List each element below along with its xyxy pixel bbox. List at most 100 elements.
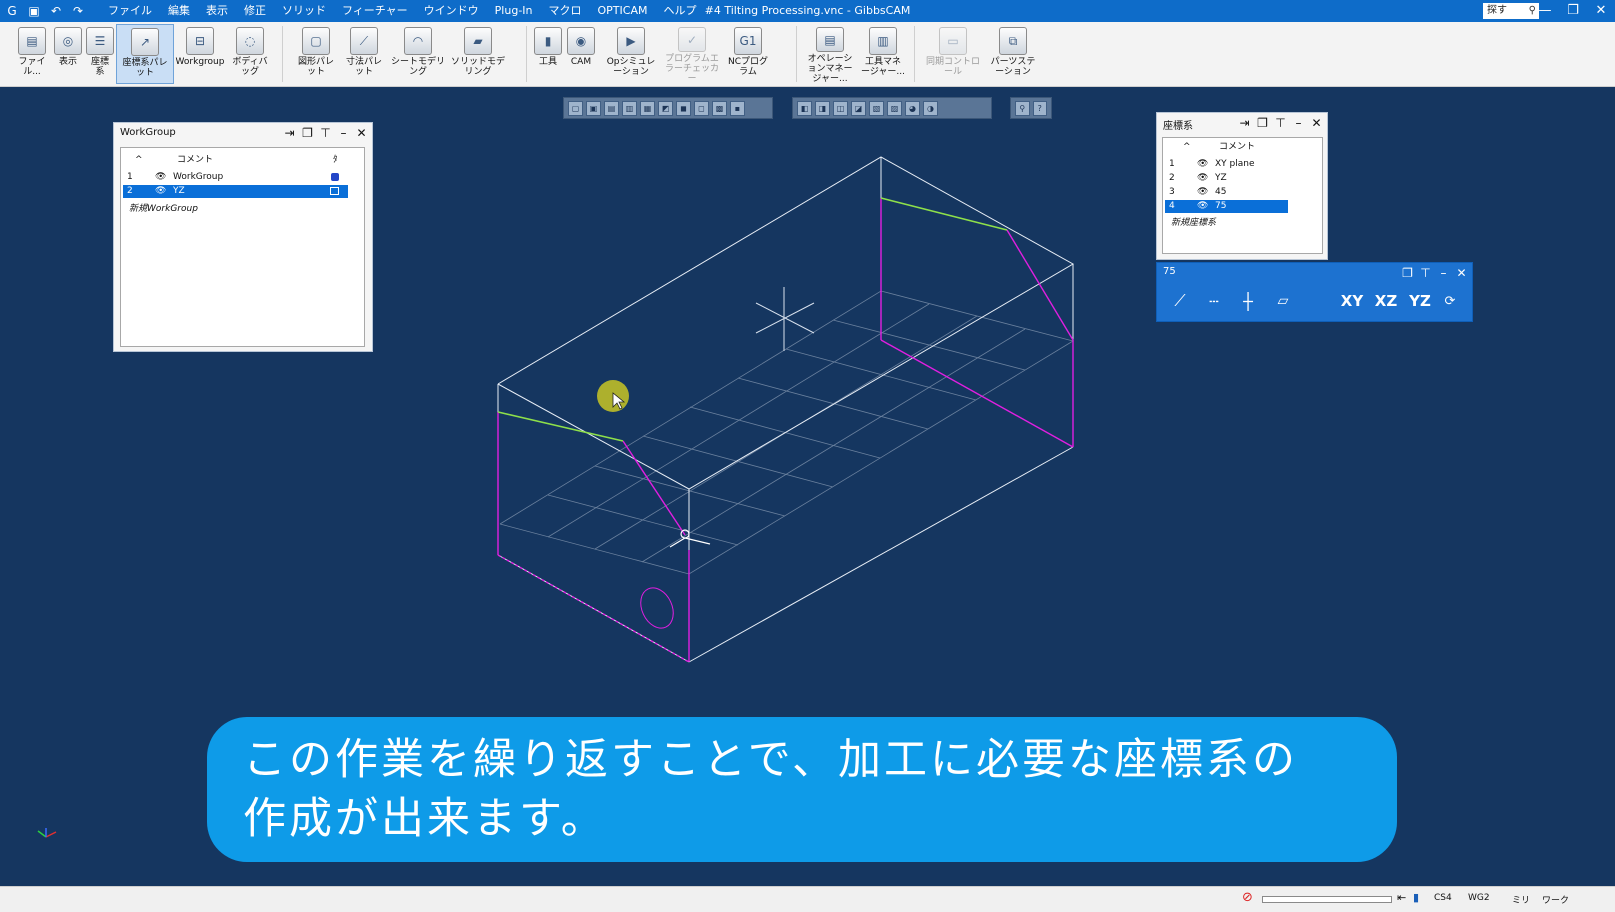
- row-number: 4: [1169, 201, 1175, 211]
- origin-icon[interactable]: ┼: [1231, 292, 1265, 311]
- list-item[interactable]: 4 👁 75: [1165, 200, 1288, 213]
- ribbon-dimension-palette-button[interactable]: ⟋ 寸法パレット: [340, 24, 388, 84]
- ribbon-tool-button[interactable]: ▮ 工具: [534, 24, 562, 84]
- menu-help[interactable]: ヘルプ: [655, 0, 704, 22]
- app-icon[interactable]: G: [4, 3, 20, 19]
- menu-file[interactable]: ファイル: [100, 0, 160, 22]
- line-axis-icon[interactable]: ┄: [1197, 292, 1231, 311]
- menu-window[interactable]: ウインドウ: [416, 0, 487, 22]
- list-item[interactable]: 2 👁 YZ: [1165, 172, 1288, 185]
- ribbon-bodybag-button[interactable]: ◌ ボディバッグ: [226, 24, 274, 84]
- workgroup-palette[interactable]: WorkGroup ⇥ ❐ ⊤ – ✕ ^ コメント ﾀ 1 👁 WorkGro…: [113, 122, 373, 352]
- menu-edit[interactable]: 編集: [160, 0, 198, 22]
- rotate-axis-icon[interactable]: ⟳: [1437, 294, 1463, 309]
- list-item[interactable]: 1 👁 XY plane: [1165, 158, 1288, 171]
- minimize-icon[interactable]: –: [1437, 266, 1450, 280]
- ribbon-op-simulation-button[interactable]: ▶ Opシミュレーション: [600, 24, 662, 84]
- xz-plane-button[interactable]: XZ: [1369, 292, 1403, 310]
- eye-icon[interactable]: 👁: [155, 171, 166, 184]
- sort-icon[interactable]: ^: [1183, 141, 1191, 154]
- yz-plane-button[interactable]: YZ: [1403, 292, 1437, 310]
- close-icon[interactable]: ✕: [1455, 266, 1468, 280]
- list-item[interactable]: 3 👁 45: [1165, 186, 1288, 199]
- coordinate-palette-title: 座標系: [1163, 121, 1193, 132]
- restore-button[interactable]: ❐: [1565, 0, 1581, 22]
- search-input[interactable]: 探す ⚲: [1483, 3, 1539, 19]
- minimize-icon[interactable]: –: [337, 126, 350, 140]
- status-cs[interactable]: CS4: [1434, 893, 1452, 903]
- ribbon-file-label: ファイル...: [18, 57, 46, 77]
- pin-icon[interactable]: ⊤: [319, 126, 332, 140]
- pin-left-icon[interactable]: ⇤: [1397, 891, 1406, 904]
- float-icon[interactable]: ❐: [301, 126, 314, 140]
- ribbon-error-checker-button[interactable]: ✓ プログラムエラーチェッカー: [662, 24, 722, 84]
- ribbon-coordinate-palette-label: 座標系パレット: [122, 58, 168, 78]
- ribbon-coordinate-palette-button[interactable]: ↗ 座標系パレット: [116, 24, 174, 84]
- eye-icon[interactable]: 👁: [1197, 158, 1208, 171]
- pin-icon[interactable]: ⊤: [1274, 116, 1287, 130]
- column-header-comment[interactable]: コメント: [1219, 141, 1255, 154]
- ribbon-solid-modeling-button[interactable]: ▰ ソリッドモデリング: [448, 24, 508, 84]
- new-workgroup-item[interactable]: 新規WorkGroup: [129, 201, 198, 214]
- menu-plugin[interactable]: Plug-In: [487, 0, 541, 22]
- ribbon-coordinate-system-button[interactable]: ☰ 座標系: [84, 24, 116, 84]
- menu-modify[interactable]: 修正: [236, 0, 274, 22]
- search-icon[interactable]: ⚲: [1529, 3, 1536, 19]
- ribbon-nc-program-button[interactable]: G1 NCプログラム: [722, 24, 774, 84]
- close-icon[interactable]: ✕: [1310, 116, 1323, 130]
- workgroup-palette-header[interactable]: WorkGroup ⇥ ❐ ⊤ – ✕: [114, 123, 372, 145]
- plane-icon[interactable]: ▱: [1265, 293, 1301, 309]
- column-header-extra[interactable]: ﾀ: [333, 154, 338, 167]
- float-icon[interactable]: ❐: [1256, 116, 1269, 130]
- list-item[interactable]: 2 👁 YZ: [123, 185, 348, 198]
- ribbon-workgroup-button[interactable]: ⊟ Workgroup: [174, 24, 226, 84]
- list-item[interactable]: 1 👁 WorkGroup: [123, 171, 348, 184]
- ribbon-sheet-modeling-button[interactable]: ◠ シートモデリング: [388, 24, 448, 84]
- coordinate-system-palette[interactable]: 座標系 ⇥ ❐ ⊤ – ✕ ^ コメント 1 👁 XY plane 2 👁 YZ…: [1156, 112, 1328, 260]
- ribbon-tool-manager-label: 工具マネージャー...: [861, 57, 905, 77]
- menu-solid[interactable]: ソリッド: [274, 0, 334, 22]
- minimize-button[interactable]: —: [1537, 0, 1553, 22]
- workgroup-list[interactable]: ^ コメント ﾀ 1 👁 WorkGroup 2 👁 YZ 新規WorkGrou…: [120, 147, 365, 347]
- ribbon-tool-manager-button[interactable]: ▥ 工具マネージャー...: [858, 24, 908, 84]
- eye-icon[interactable]: 👁: [155, 185, 166, 198]
- menu-opticam[interactable]: OPTICAM: [590, 0, 656, 22]
- coordinate-list[interactable]: ^ コメント 1 👁 XY plane 2 👁 YZ 3 👁 45 4 👁 75…: [1162, 137, 1323, 254]
- ribbon-cam-button[interactable]: ◉ CAM: [562, 24, 600, 84]
- status-mode[interactable]: ワーク: [1542, 893, 1569, 906]
- coordinate-edit-palette[interactable]: 75 ❐ ⊤ – ✕ ⟋ ┄ ┼ ▱ XY XZ YZ ⟳: [1156, 262, 1473, 322]
- stop-icon[interactable]: ⊘: [1242, 890, 1253, 905]
- menu-feature[interactable]: フィーチャー: [334, 0, 416, 22]
- eye-icon[interactable]: 👁: [1197, 186, 1208, 199]
- close-button[interactable]: ✕: [1593, 0, 1609, 22]
- ribbon-file-button[interactable]: ▤ ファイル...: [12, 24, 52, 84]
- trash-icon[interactable]: ▮: [1413, 891, 1419, 904]
- undo-icon[interactable]: ↶: [48, 3, 64, 19]
- column-header-comment[interactable]: コメント: [177, 154, 213, 167]
- ribbon-view-button[interactable]: ◎ 表示: [52, 24, 84, 84]
- dock-icon[interactable]: ⇥: [283, 126, 296, 140]
- menu-macro[interactable]: マクロ: [541, 0, 590, 22]
- save-icon[interactable]: ▣: [26, 3, 42, 19]
- xy-plane-button[interactable]: XY: [1335, 292, 1369, 310]
- ribbon-geometry-palette-button[interactable]: ▢ 図形パレット: [292, 24, 340, 84]
- menu-view[interactable]: 表示: [198, 0, 236, 22]
- ribbon-sync-control-button[interactable]: ▭ 同期コントロール: [922, 24, 984, 84]
- close-icon[interactable]: ✕: [355, 126, 368, 140]
- dock-icon[interactable]: ⇥: [1238, 116, 1251, 130]
- ribbon-parts-station-button[interactable]: ⧉ パーツステーション: [984, 24, 1042, 84]
- coordinate-edit-header[interactable]: 75 ❐ ⊤ – ✕: [1157, 263, 1472, 283]
- redo-icon[interactable]: ↷: [70, 3, 86, 19]
- eye-icon[interactable]: 👁: [1197, 172, 1208, 185]
- sort-icon[interactable]: ^: [135, 154, 143, 167]
- float-icon[interactable]: ❐: [1401, 266, 1414, 280]
- eye-icon[interactable]: 👁: [1197, 200, 1208, 213]
- coordinate-palette-header[interactable]: 座標系 ⇥ ❐ ⊤ – ✕: [1157, 113, 1327, 135]
- axis-define-icon[interactable]: ⟋: [1163, 291, 1197, 311]
- ribbon-operation-manager-button[interactable]: ▤ オペレーションマネージャー...: [802, 24, 858, 84]
- status-wg[interactable]: WG2: [1468, 893, 1490, 903]
- new-coordinate-item[interactable]: 新規座標系: [1171, 215, 1216, 228]
- status-unit[interactable]: ミリ: [1512, 893, 1530, 906]
- pin-icon[interactable]: ⊤: [1419, 266, 1432, 280]
- minimize-icon[interactable]: –: [1292, 116, 1305, 130]
